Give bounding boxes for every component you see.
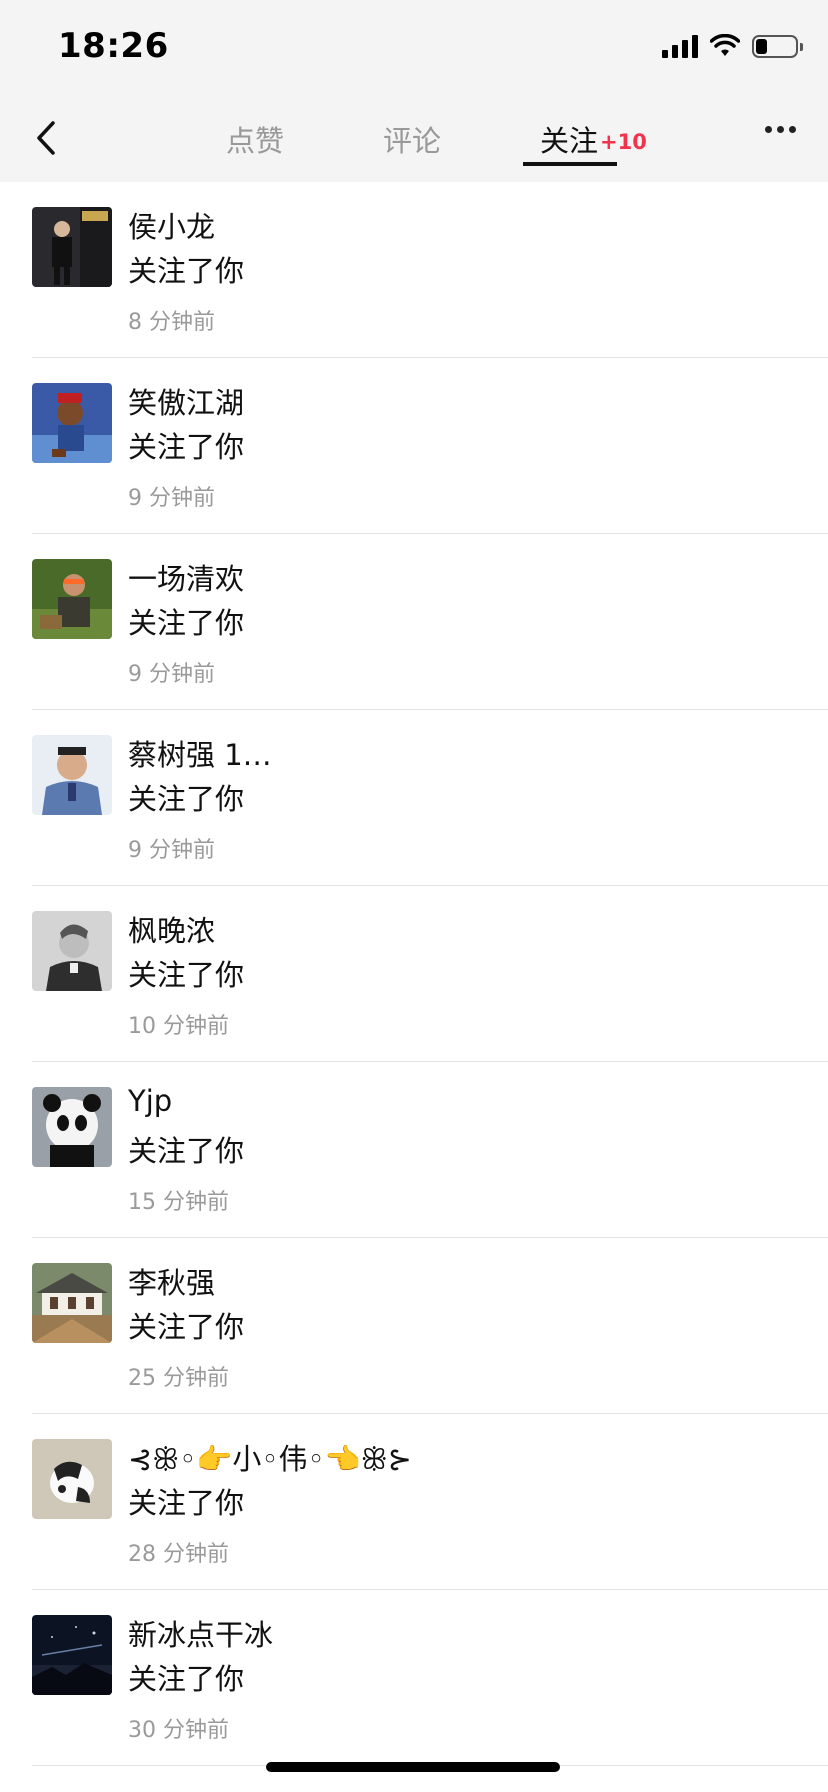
list-item[interactable]: 笑傲江湖 关注了你 9 分钟前	[0, 358, 828, 534]
avatar[interactable]	[32, 1087, 112, 1167]
status-icons	[662, 34, 803, 58]
tab-follows-badge: +10	[600, 130, 647, 154]
action-text: 关注了你	[128, 254, 245, 288]
time-text: 9 分钟前	[128, 662, 215, 687]
home-indicator[interactable]	[266, 1762, 560, 1772]
tab-comments[interactable]: 评论	[383, 118, 441, 160]
action-text: 关注了你	[128, 1310, 245, 1344]
list-item[interactable]: 一场清欢 关注了你 9 分钟前	[0, 534, 828, 710]
notifications-page: 18:26 点赞 评论 关注+10 侯小龙 关注了你 8 分钟前 笑傲江湖 关注…	[0, 0, 828, 1792]
more-button[interactable]	[765, 126, 796, 133]
action-text: 关注了你	[128, 782, 245, 816]
action-text: 关注了你	[128, 1662, 245, 1696]
wifi-icon	[710, 34, 740, 56]
avatar[interactable]	[32, 1439, 112, 1519]
user-name[interactable]: 侯小龙	[128, 204, 215, 246]
nav-bar: 点赞 评论 关注+10	[0, 96, 828, 182]
more-horizontal-icon	[765, 126, 772, 133]
avatar[interactable]	[32, 1615, 112, 1695]
list-item[interactable]: 蔡树强 1… 关注了你 9 分钟前	[0, 710, 828, 886]
time-text: 10 分钟前	[128, 1014, 229, 1039]
user-name[interactable]: 蔡树强 1…	[128, 732, 272, 774]
tab-follows-label: 关注	[540, 124, 599, 158]
user-name[interactable]: 新冰点干冰	[128, 1612, 273, 1654]
user-name[interactable]: 李秋强	[128, 1260, 215, 1302]
action-text: 关注了你	[128, 1134, 245, 1168]
time-text: 9 分钟前	[128, 486, 215, 511]
list-item[interactable]: ⊰ꕥ◦👉小◦伟◦👈ꕥ⊱ 关注了你 28 分钟前	[0, 1414, 828, 1590]
back-button[interactable]	[26, 116, 66, 160]
user-name[interactable]: 枫晚浓	[128, 908, 215, 950]
time-text: 8 分钟前	[128, 310, 215, 335]
notification-list: 侯小龙 关注了你 8 分钟前 笑傲江湖 关注了你 9 分钟前 一场清欢 关注了你…	[0, 182, 828, 1766]
user-name[interactable]: ⊰ꕥ◦👉小◦伟◦👈ꕥ⊱	[128, 1436, 412, 1478]
user-name[interactable]: 笑傲江湖	[128, 380, 244, 422]
list-item[interactable]: Yjp 关注了你 15 分钟前	[0, 1062, 828, 1238]
list-item[interactable]: 枫晚浓 关注了你 10 分钟前	[0, 886, 828, 1062]
time-text: 15 分钟前	[128, 1190, 229, 1215]
time-text: 25 分钟前	[128, 1366, 229, 1391]
avatar[interactable]	[32, 911, 112, 991]
action-text: 关注了你	[128, 606, 245, 640]
tab-likes[interactable]: 点赞	[226, 118, 284, 160]
avatar[interactable]	[32, 207, 112, 287]
user-name[interactable]: Yjp	[128, 1084, 172, 1118]
user-name[interactable]: 一场清欢	[128, 556, 244, 598]
active-tab-indicator	[523, 162, 617, 166]
list-item[interactable]: 新冰点干冰 关注了你 30 分钟前	[0, 1590, 828, 1766]
action-text: 关注了你	[128, 430, 245, 464]
battery-icon	[752, 34, 803, 58]
chevron-left-icon	[37, 121, 55, 155]
time-text: 9 分钟前	[128, 838, 215, 863]
cellular-signal-icon	[662, 34, 698, 58]
list-item[interactable]: 李秋强 关注了你 25 分钟前	[0, 1238, 828, 1414]
action-text: 关注了你	[128, 1486, 245, 1520]
status-bar: 18:26	[0, 0, 828, 96]
avatar[interactable]	[32, 735, 112, 815]
avatar[interactable]	[32, 383, 112, 463]
avatar[interactable]	[32, 559, 112, 639]
tab-follows[interactable]: 关注+10	[540, 118, 647, 160]
header: 18:26 点赞 评论 关注+10	[0, 0, 828, 182]
action-text: 关注了你	[128, 958, 245, 992]
status-time: 18:26	[58, 26, 169, 66]
list-item[interactable]: 侯小龙 关注了你 8 分钟前	[0, 182, 828, 358]
time-text: 28 分钟前	[128, 1542, 229, 1567]
avatar[interactable]	[32, 1263, 112, 1343]
time-text: 30 分钟前	[128, 1718, 229, 1743]
